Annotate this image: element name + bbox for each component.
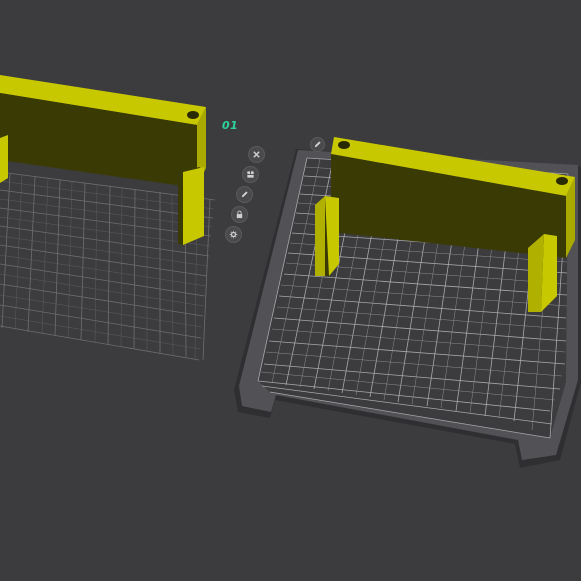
close-icon — [253, 151, 260, 158]
3d-viewport[interactable] — [0, 0, 581, 581]
arrange-button[interactable] — [242, 166, 259, 183]
gear-icon — [229, 230, 238, 239]
plate-edit-button[interactable] — [310, 137, 325, 152]
arrange-icon — [247, 171, 254, 178]
lock-plate-button[interactable] — [231, 206, 248, 223]
edit-plate-button[interactable] — [236, 186, 253, 203]
pencil-icon — [241, 191, 248, 198]
delete-plate-button[interactable] — [248, 146, 265, 163]
model-left[interactable] — [0, 75, 206, 245]
plate-settings-button[interactable] — [225, 226, 242, 243]
lock-icon — [236, 210, 243, 219]
plate-number-label: 01 — [222, 119, 239, 132]
pencil-icon — [314, 141, 321, 148]
